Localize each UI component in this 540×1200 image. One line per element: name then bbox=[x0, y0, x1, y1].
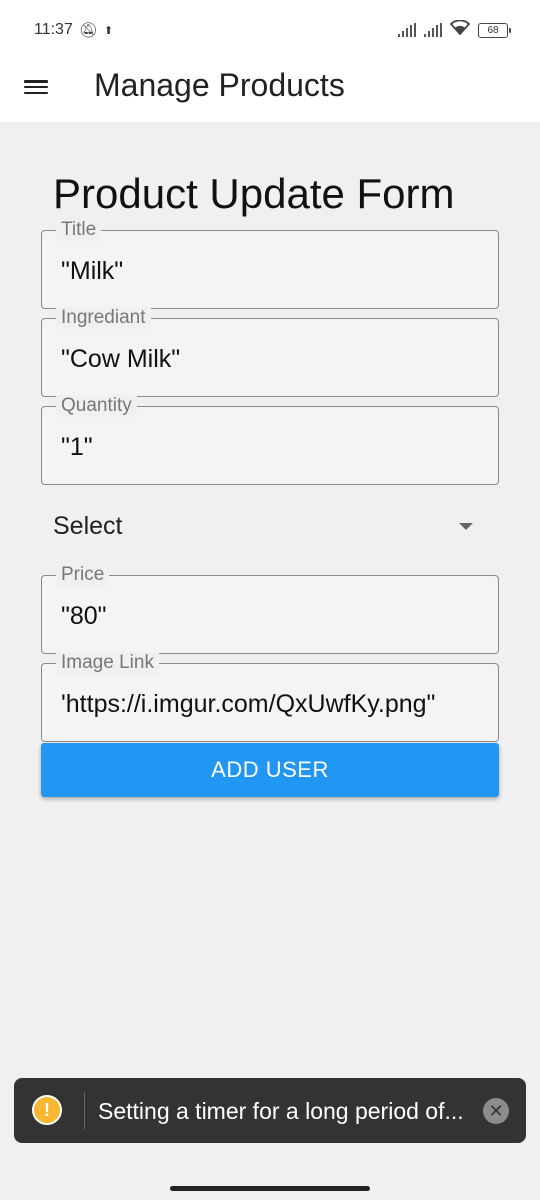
ingrediant-label: Ingrediant bbox=[56, 307, 151, 329]
ingrediant-input[interactable]: "Cow Milk" bbox=[61, 345, 491, 374]
close-icon[interactable]: ✕ bbox=[483, 1098, 509, 1124]
quantity-label: Quantity bbox=[56, 395, 137, 417]
page-title: Manage Products bbox=[94, 67, 345, 103]
toast-divider bbox=[84, 1092, 85, 1129]
image-link-label: Image Link bbox=[56, 652, 159, 674]
category-select[interactable]: Select bbox=[41, 500, 499, 556]
image-link-input[interactable]: 'https://i.imgur.com/QxUwfKy.png" bbox=[61, 690, 491, 719]
warning-toast[interactable]: ! Setting a timer for a long period of..… bbox=[14, 1078, 526, 1143]
price-label: Price bbox=[56, 564, 110, 586]
app-bar: Manage Products bbox=[0, 60, 540, 122]
battery-icon: 68 bbox=[478, 22, 511, 38]
bell-muted-icon: 🔕︎ bbox=[78, 22, 98, 39]
add-user-button[interactable]: ADD USER bbox=[41, 743, 499, 797]
status-time: 11:37 bbox=[34, 21, 73, 38]
arrow-icon: ⬆︎ bbox=[103, 24, 114, 37]
status-bar: 11:37 🔕︎ ⬆︎ 68 bbox=[0, 0, 540, 60]
title-label: Title bbox=[56, 219, 102, 241]
signal-icon bbox=[424, 23, 442, 37]
image-link-field[interactable]: Image Link 'https://i.imgur.com/QxUwfKy.… bbox=[41, 652, 499, 742]
quantity-field[interactable]: Quantity "1" bbox=[41, 395, 499, 485]
home-indicator[interactable] bbox=[170, 1186, 370, 1191]
quantity-input[interactable]: "1" bbox=[61, 433, 491, 462]
toast-message: Setting a timer for a long period of... bbox=[98, 1098, 464, 1124]
warning-icon: ! bbox=[32, 1095, 62, 1125]
title-input[interactable]: "Milk" bbox=[61, 257, 491, 286]
price-field[interactable]: Price "80" bbox=[41, 564, 499, 654]
title-field[interactable]: Title "Milk" bbox=[41, 219, 499, 309]
wifi-icon bbox=[449, 19, 471, 40]
select-value: Select bbox=[53, 512, 123, 540]
price-input[interactable]: "80" bbox=[61, 602, 491, 631]
caret-down-icon bbox=[459, 523, 473, 530]
signal-icon bbox=[398, 23, 416, 37]
ingrediant-field[interactable]: Ingrediant "Cow Milk" bbox=[41, 307, 499, 397]
battery-level: 68 bbox=[487, 24, 499, 36]
menu-icon[interactable] bbox=[24, 77, 48, 97]
form-title: Product Update Form bbox=[53, 170, 455, 217]
